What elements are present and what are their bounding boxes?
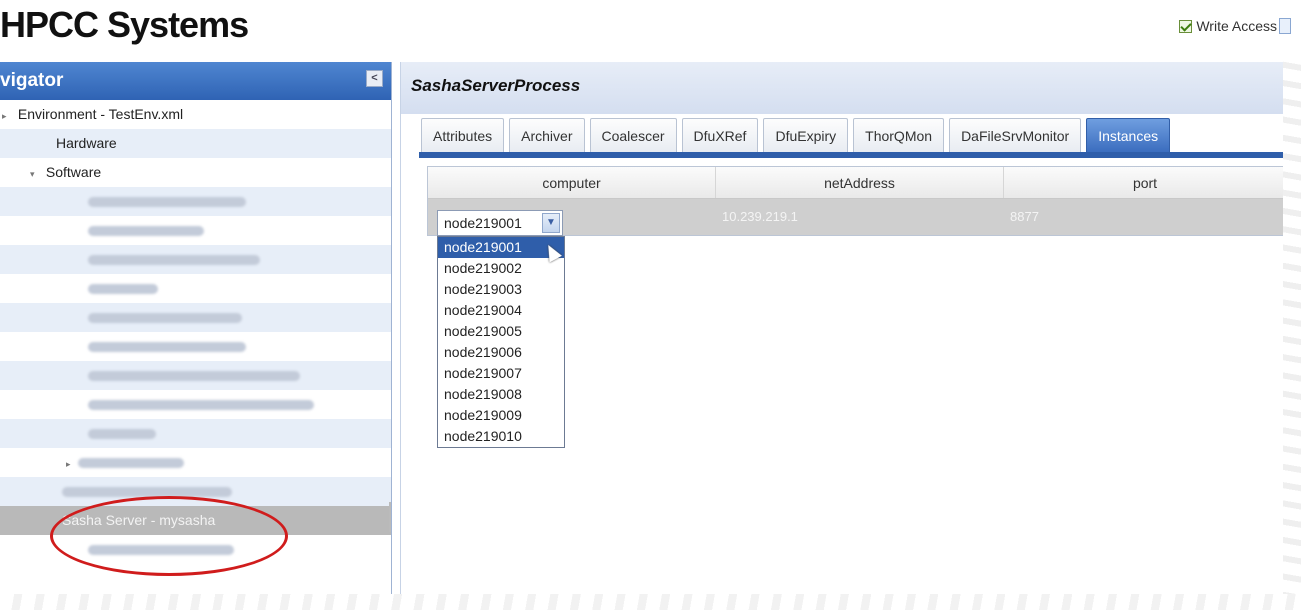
tab-dfuexpiry[interactable]: DfuExpiry [763,118,849,152]
tab-archiver[interactable]: Archiver [509,118,585,152]
tree-item-obscured[interactable] [0,535,391,564]
obscured-label [88,284,158,295]
tree-item-label: Software [45,164,102,180]
obscured-label [88,313,242,324]
tab-thorqmon[interactable]: ThorQMon [853,118,945,152]
write-access-toggle[interactable]: Write Access [1179,18,1277,34]
chevron-down-icon[interactable]: ▼ [542,213,560,233]
tree-item-environment[interactable]: ▸ Environment - TestEnv.xml [0,100,391,129]
tree-item-obscured[interactable] [0,303,391,332]
computer-select[interactable]: node219001 ▼ [437,210,563,236]
tab-coalescer[interactable]: Coalescer [589,118,677,152]
obscured-label [88,545,234,556]
tree-item-obscured[interactable] [0,390,391,419]
tab-dafilesrvmonitor[interactable]: DaFileSrvMonitor [949,118,1082,152]
computer-dropdown-list: node219001 node219002 node219003 node219… [437,236,565,448]
navigator-title: vigator [0,70,64,91]
tree-item-obscured[interactable] [0,274,391,303]
obscured-label [88,197,246,208]
write-access-checkbox[interactable] [1179,19,1193,33]
obscured-label [88,429,156,440]
obscured-label [62,487,232,498]
app-logo: HPCC Systems [0,4,249,45]
torn-edge-decoration [0,594,1301,610]
tree-item-obscured[interactable] [0,477,391,506]
dropdown-option[interactable]: node219004 [438,300,564,321]
obscured-label [88,255,260,266]
component-title: SashaServerProcess [401,62,1301,114]
tree-item-label: Sasha Server - mysasha [62,512,216,528]
column-header-netaddress[interactable]: netAddress [716,167,1004,198]
cell-netaddress[interactable]: 10.239.219.1 [716,199,1004,235]
cell-port[interactable]: 8877 [1004,199,1286,235]
navigator-panel: vigator < ▸ Environment - TestEnv.xml Ha… [0,62,392,610]
tab-strip-divider [419,152,1289,158]
obscured-label [88,342,246,353]
tree-item-sasha-server[interactable]: Sasha Server - mysasha [0,506,391,535]
dropdown-option[interactable]: node219005 [438,321,564,342]
tree-item-obscured[interactable]: ▸ [0,448,391,477]
obscured-label [88,400,314,411]
dropdown-option[interactable]: node219006 [438,342,564,363]
column-header-port[interactable]: port [1004,167,1286,198]
tree-item-hardware[interactable]: Hardware [0,129,391,158]
tree-item-obscured[interactable] [0,332,391,361]
dropdown-option[interactable]: node219010 [438,426,564,447]
tree-item-label: Hardware [56,135,117,151]
tree-toggle-icon[interactable]: ▸ [66,450,78,479]
document-icon[interactable] [1279,18,1291,34]
tree-item-obscured[interactable] [0,216,391,245]
obscured-label [78,458,184,469]
tree-item-obscured[interactable] [0,187,391,216]
tree-item-obscured[interactable] [0,245,391,274]
tree-item-label: Environment - TestEnv.xml [17,106,184,122]
dropdown-option[interactable]: node219008 [438,384,564,405]
computer-select-value: node219001 [444,215,522,231]
obscured-label [88,371,300,382]
grid-header: computer netAddress port [428,167,1286,199]
dropdown-option[interactable]: node219007 [438,363,564,384]
collapse-navigator-button[interactable]: < [366,70,383,87]
dropdown-option[interactable]: node219009 [438,405,564,426]
tab-dfuxref[interactable]: DfuXRef [681,118,759,152]
tree-item-obscured[interactable] [0,419,391,448]
tab-instances[interactable]: Instances [1086,118,1171,152]
tab-attributes[interactable]: Attributes [421,118,505,152]
torn-edge-decoration [1283,60,1301,610]
navigator-header: vigator < [0,62,391,100]
navigator-scrollbar[interactable] [389,502,391,532]
tab-bar: Attributes Archiver Coalescer DfuXRef Df… [421,118,1171,152]
tree-toggle-icon[interactable]: ▸ [2,102,14,131]
main-panel: SashaServerProcess Attributes Archiver C… [400,62,1301,610]
tree-toggle-icon[interactable]: ▾ [30,160,42,189]
write-access-label: Write Access [1196,18,1277,34]
tree-item-software[interactable]: ▾ Software [0,158,391,187]
obscured-label [88,226,204,237]
tree-item-obscured[interactable] [0,361,391,390]
dropdown-option[interactable]: node219002 [438,258,564,279]
column-header-computer[interactable]: computer [428,167,716,198]
dropdown-option[interactable]: node219003 [438,279,564,300]
